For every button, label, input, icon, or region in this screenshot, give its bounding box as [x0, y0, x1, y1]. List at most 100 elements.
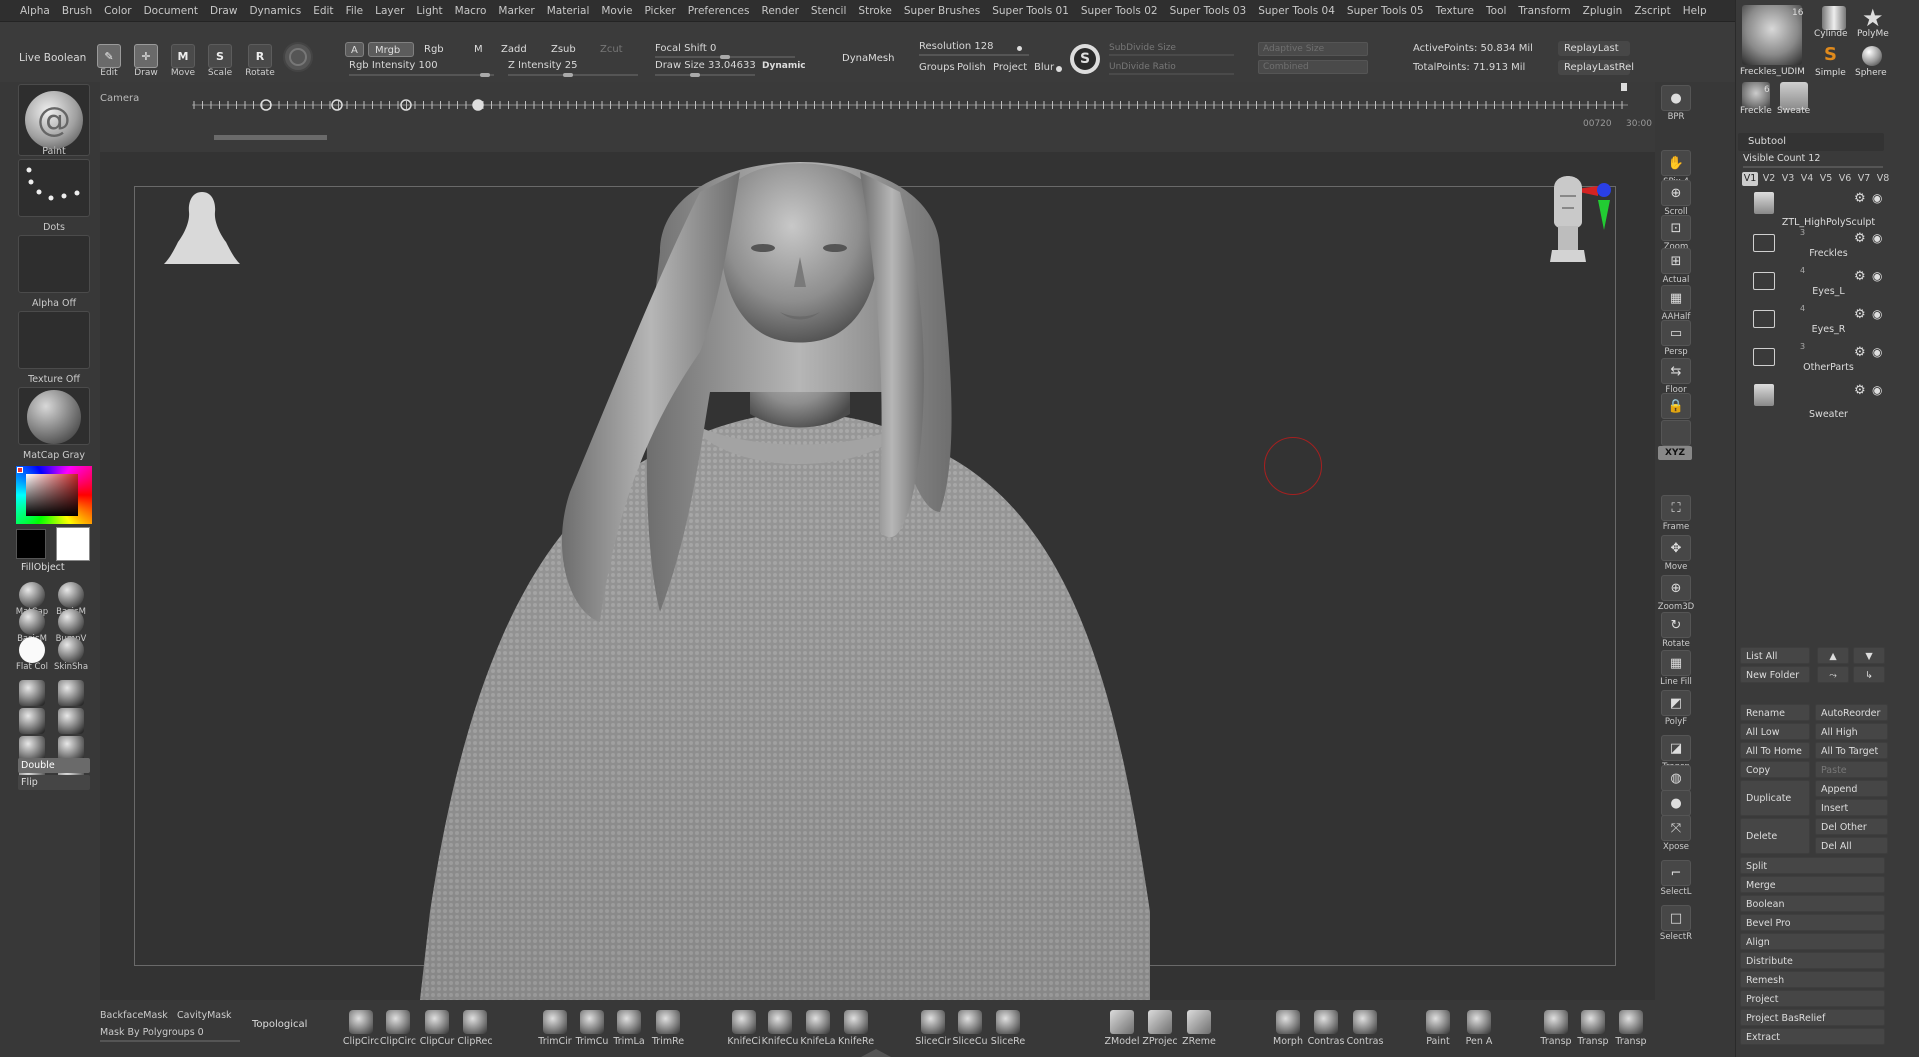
rgb-intensity-knob[interactable] — [480, 73, 490, 77]
project-button[interactable]: Project — [1740, 990, 1885, 1007]
timeline-track[interactable] — [192, 82, 1634, 148]
secondary-color-swatch[interactable] — [16, 529, 46, 559]
bottom-brush-knifere[interactable]: KnifeRe — [836, 1010, 876, 1047]
version-toggle-v6[interactable]: V6 — [1837, 172, 1853, 186]
bottom-brush-slicecu[interactable]: SliceCu — [950, 1010, 990, 1047]
copy-button[interactable]: Copy — [1740, 761, 1810, 778]
rgb-toggle[interactable]: Rgb — [418, 42, 464, 57]
bottom-brush-transp[interactable]: Transp — [1573, 1010, 1613, 1047]
split-button[interactable]: Split — [1740, 857, 1885, 874]
all-high-button[interactable]: All High — [1815, 723, 1888, 740]
list-all-button[interactable]: List All — [1740, 647, 1810, 664]
project-bas-relief-button[interactable]: Project BasRelief — [1740, 1009, 1885, 1026]
mrgb-toggle[interactable]: Mrgb — [368, 42, 414, 57]
menu-item-alpha[interactable]: Alpha — [14, 0, 56, 22]
menu-item-macro[interactable]: Macro — [449, 0, 493, 22]
adaptive-size-field[interactable]: Adaptive Size — [1258, 42, 1368, 56]
bottom-brush-clipcirc[interactable]: ClipCirc — [341, 1010, 381, 1047]
alpha-selector[interactable] — [18, 235, 90, 293]
bottom-brush-transp[interactable]: Transp — [1536, 1010, 1576, 1047]
subtool-item[interactable]: 3 Freckles ⚙ ◉ — [1748, 228, 1888, 259]
subtool-item[interactable]: 4 Eyes_R ⚙ ◉ — [1748, 304, 1888, 335]
subdivide-size-slider[interactable]: SubDivide Size — [1109, 43, 1176, 53]
shelf-button-move[interactable]: ✥ Move — [1656, 535, 1696, 572]
material-swatch-5[interactable] — [58, 637, 84, 663]
polymesh-star-icon[interactable]: ★ — [1862, 4, 1884, 32]
menu-item-document[interactable]: Document — [138, 0, 204, 22]
material-swatch-1[interactable] — [58, 582, 84, 608]
bottom-brush-slicecir[interactable]: SliceCir — [913, 1010, 953, 1047]
arrow-forward-icon[interactable]: ⤳ — [1817, 666, 1849, 683]
edit-button[interactable]: ✎ Edit — [94, 44, 124, 78]
menu-item-super-tools-02[interactable]: Super Tools 02 — [1075, 0, 1164, 22]
menu-item-brush[interactable]: Brush — [56, 0, 98, 22]
shelf-button-line-fill[interactable]: ▦ Line Fill — [1656, 650, 1696, 687]
replay-last-button[interactable]: ReplayLast — [1558, 41, 1630, 56]
project-toggle[interactable]: Project — [993, 62, 1027, 73]
resolution-slider[interactable]: Resolution 128 — [919, 41, 994, 52]
shelf-button-persp[interactable]: ▭ Persp — [1656, 320, 1696, 357]
dynamesh-button[interactable]: DynaMesh — [836, 51, 900, 66]
eye-visibility-icon[interactable]: ◉ — [1872, 383, 1882, 397]
shelf-button-rotate[interactable]: ↻ Rotate — [1656, 612, 1696, 649]
bottom-brush-trimcir[interactable]: TrimCir — [535, 1010, 575, 1047]
bottom-brush-zreme[interactable]: ZReme — [1179, 1010, 1219, 1047]
version-toggle-v8[interactable]: V8 — [1875, 172, 1891, 186]
bottom-brush-knifela[interactable]: KnifeLa — [798, 1010, 838, 1047]
move-up-arrow-icon[interactable]: ▲ — [1817, 647, 1849, 664]
groups-toggle[interactable]: Groups — [919, 62, 955, 73]
menu-item-stroke[interactable]: Stroke — [852, 0, 897, 22]
subtool-item[interactable]: 4 Eyes_L ⚙ ◉ — [1748, 266, 1888, 297]
material-swatch-3[interactable] — [58, 609, 84, 635]
rotate-button[interactable]: R Rotate — [245, 44, 275, 78]
bottom-brush-morph[interactable]: Morph — [1268, 1010, 1308, 1047]
menu-item-color[interactable]: Color — [98, 0, 137, 22]
mask-brush-icon[interactable] — [19, 708, 45, 734]
bottom-brush-contras[interactable]: Contras — [1306, 1010, 1346, 1047]
del-other-button[interactable]: Del Other — [1815, 818, 1888, 835]
shelf-button-selectl[interactable]: ⌐ SelectL — [1656, 860, 1696, 897]
delete-button[interactable]: Delete — [1740, 818, 1810, 854]
subtool-item[interactable]: ZTL_HighPolySculpt ⚙ ◉ — [1748, 188, 1888, 228]
blur-slider[interactable]: Blur — [1034, 62, 1054, 73]
eye-visibility-icon[interactable]: ◉ — [1872, 231, 1882, 245]
bottom-brush-trimla[interactable]: TrimLa — [609, 1010, 649, 1047]
eye-visibility-icon[interactable]: ◉ — [1872, 307, 1882, 321]
menu-item-dynamics[interactable]: Dynamics — [243, 0, 307, 22]
visible-count-slider[interactable]: Visible Count 12 — [1743, 153, 1820, 164]
menu-item-movie[interactable]: Movie — [595, 0, 638, 22]
shelf-button-bpr[interactable]: ● BPR — [1656, 85, 1696, 122]
mask-brush-icon[interactable] — [19, 680, 45, 706]
backface-mask-toggle[interactable]: BackfaceMask — [100, 1010, 168, 1021]
bottom-brush-contras[interactable]: Contras — [1345, 1010, 1385, 1047]
mask-brush-icon[interactable] — [58, 708, 84, 734]
boolean-button[interactable]: Boolean — [1740, 895, 1885, 912]
menu-item-stencil[interactable]: Stencil — [805, 0, 853, 22]
topological-toggle[interactable]: Topological — [252, 1019, 307, 1030]
bottom-brush-clipcur[interactable]: ClipCur — [417, 1010, 457, 1047]
menu-item-draw[interactable]: Draw — [204, 0, 243, 22]
flip-toggle[interactable]: Flip — [18, 775, 90, 790]
move-down-arrow-icon[interactable]: ▼ — [1853, 647, 1885, 664]
stroke-selector[interactable] — [18, 159, 90, 217]
sphere-tool-icon[interactable] — [1862, 46, 1882, 66]
menu-item-preferences[interactable]: Preferences — [682, 0, 756, 22]
shelf-button-polyf[interactable]: ◩ PolyF — [1656, 690, 1696, 727]
menu-item-zscript[interactable]: Zscript — [1628, 0, 1676, 22]
auto-reorder-button[interactable]: AutoReorder — [1815, 704, 1888, 721]
m-toggle[interactable]: M — [468, 42, 489, 57]
draw-size-knob[interactable] — [690, 73, 700, 77]
menu-item-material[interactable]: Material — [541, 0, 596, 22]
all-low-button[interactable]: All Low — [1740, 723, 1810, 740]
fill-object-button[interactable]: FillObject — [18, 560, 90, 575]
all-to-target-button[interactable]: All To Target — [1815, 742, 1888, 759]
z-intensity-knob[interactable] — [563, 73, 573, 77]
bottom-brush-trimre[interactable]: TrimRe — [648, 1010, 688, 1047]
mask-by-polygroups-slider[interactable]: Mask By Polygroups 0 — [100, 1027, 204, 1038]
menu-item-light[interactable]: Light — [410, 0, 448, 22]
eye-visibility-icon[interactable]: ◉ — [1872, 191, 1882, 205]
shelf-button-zoom3d[interactable]: ⊕ Zoom3D — [1656, 575, 1696, 612]
material-swatch-4[interactable] — [19, 637, 45, 663]
eye-visibility-icon[interactable]: ◉ — [1872, 345, 1882, 359]
gear-icon[interactable]: ⚙ — [1854, 383, 1866, 398]
